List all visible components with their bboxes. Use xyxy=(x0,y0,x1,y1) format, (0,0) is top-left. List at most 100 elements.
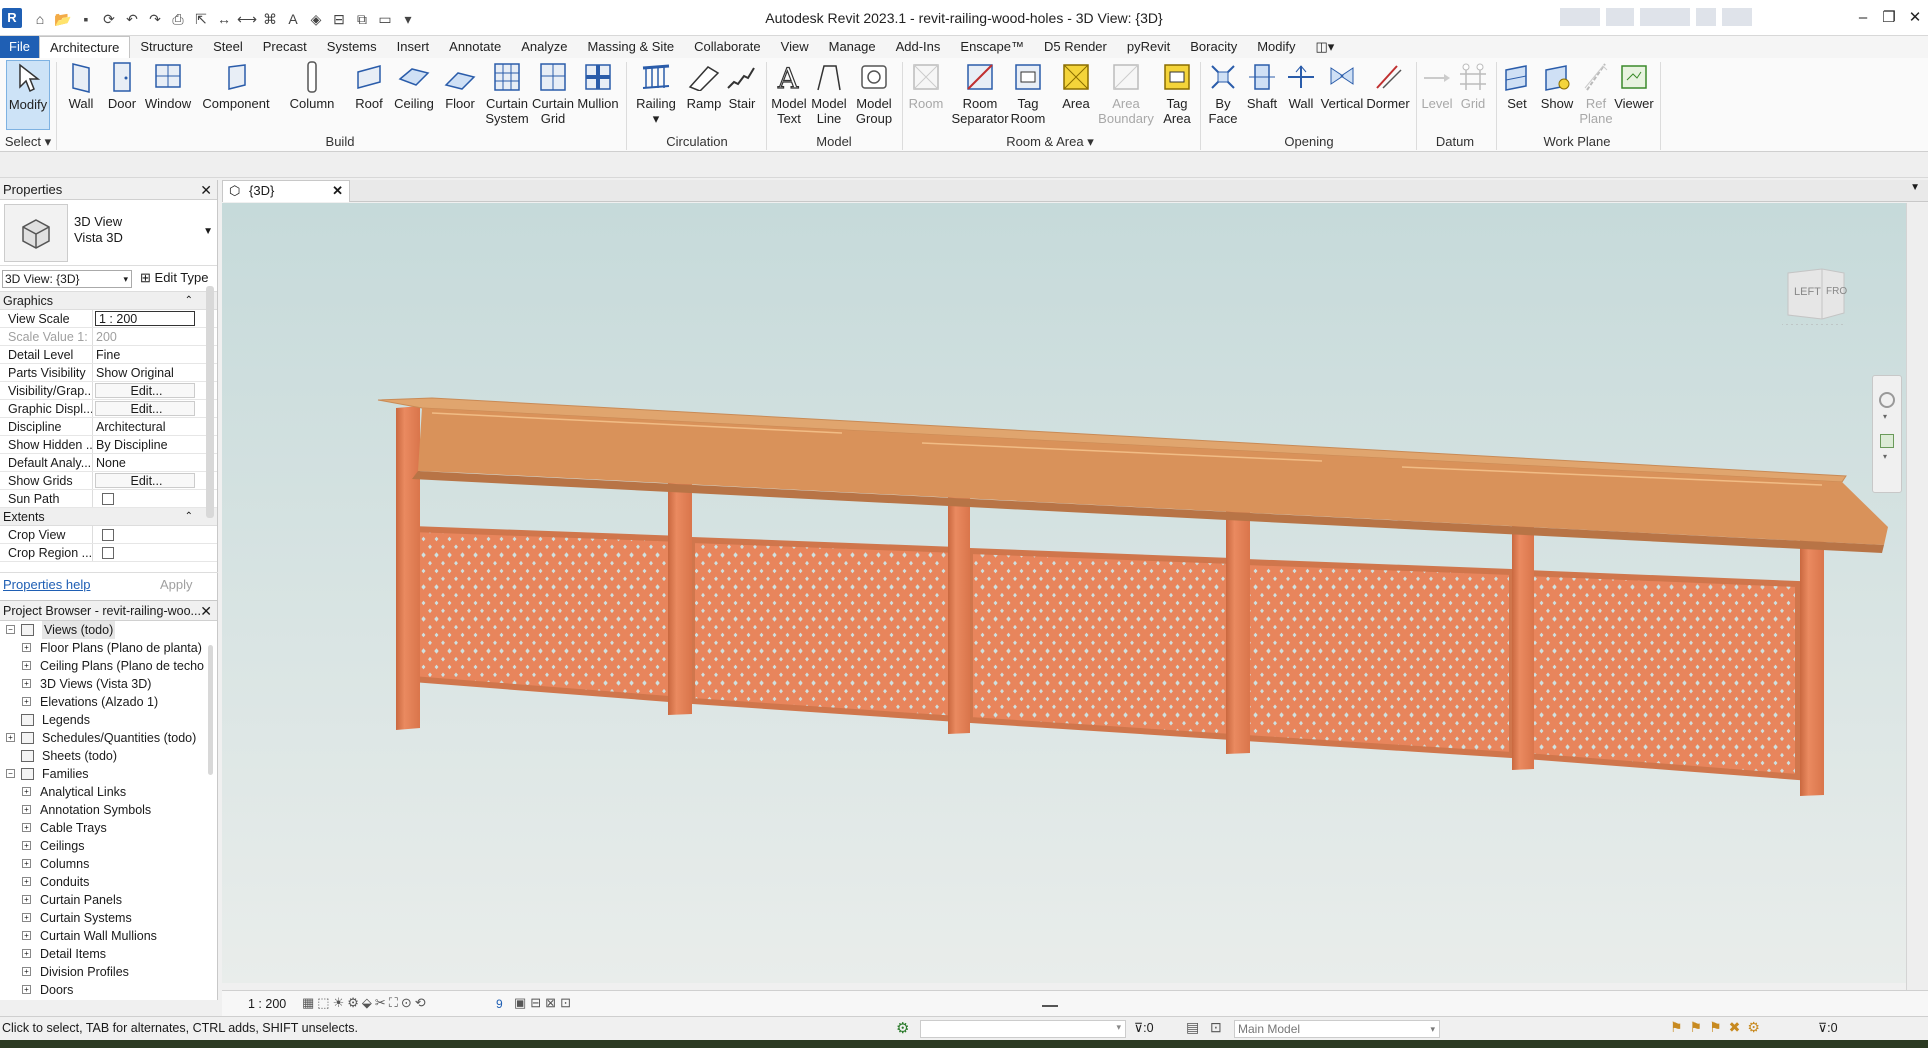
tree-item[interactable]: + Ceilings xyxy=(0,837,217,855)
tab-insert[interactable]: Insert xyxy=(387,36,440,58)
tab-view[interactable]: View xyxy=(771,36,819,58)
viewcube[interactable]: LEFT FRO xyxy=(1776,265,1847,326)
property-checkbox-cell[interactable] xyxy=(93,544,195,561)
property-value[interactable]: Architectural xyxy=(93,418,195,435)
room-separator-button[interactable]: Room Separator xyxy=(948,60,1012,130)
horizontal-scroll-handle[interactable] xyxy=(1042,1005,1058,1007)
column-button[interactable]: Column xyxy=(290,60,334,130)
property-checkbox-cell[interactable] xyxy=(93,526,195,543)
graphics-section[interactable]: Graphics ⌃ xyxy=(0,292,217,310)
expand-icon[interactable]: + xyxy=(22,643,31,652)
by-face-button[interactable]: By Face xyxy=(1206,60,1240,130)
ceiling-button[interactable]: Ceiling xyxy=(392,60,436,130)
vertical-button[interactable]: Vertical xyxy=(1320,60,1364,130)
tab-file[interactable]: File xyxy=(0,36,39,58)
view-instance-select[interactable]: 3D View: {3D} ▾ xyxy=(2,270,132,288)
wall-button[interactable]: Wall xyxy=(62,60,100,130)
text-icon[interactable]: A xyxy=(283,9,303,29)
expand-icon[interactable]: + xyxy=(22,895,31,904)
shaft-button[interactable]: Shaft xyxy=(1244,60,1280,130)
tree-item[interactable]: + Ceiling Plans (Plano de techo xyxy=(0,657,217,675)
viewport-vertical-scrollbar[interactable] xyxy=(1906,203,1928,990)
navigation-bar[interactable]: ▾ ▾ xyxy=(1872,375,1902,493)
tree-item[interactable]: − Families xyxy=(0,765,217,783)
property-checkbox-cell[interactable] xyxy=(93,490,195,507)
model-text-button[interactable]: A Model Text xyxy=(770,60,808,130)
properties-help-link[interactable]: Properties help xyxy=(3,577,90,592)
tag-icon[interactable]: ⌘ xyxy=(260,9,280,29)
collapse-icon[interactable]: − xyxy=(6,769,15,778)
room-area-panel-label[interactable]: Room & Area ▾ xyxy=(904,134,1196,150)
area-boundary-button[interactable]: Area Boundary xyxy=(1098,60,1154,130)
main-model-select[interactable]: Main Model ▾ xyxy=(1234,1020,1440,1038)
mullion-button[interactable]: Mullion xyxy=(576,60,620,130)
edit-button[interactable]: Edit... xyxy=(95,383,195,398)
tree-item[interactable]: − Views (todo) xyxy=(0,621,217,639)
print-icon[interactable]: ⎙ xyxy=(168,9,188,29)
revit-logo-icon[interactable]: R xyxy=(2,8,22,28)
railing-button[interactable]: Railing ▾ xyxy=(636,60,676,130)
tree-item[interactable]: + Curtain Systems xyxy=(0,909,217,927)
component-button[interactable]: Component xyxy=(202,60,270,130)
checkbox[interactable] xyxy=(102,493,114,505)
model-group-button[interactable]: Model Group xyxy=(852,60,896,130)
tab-list-chevron-icon[interactable]: ▼ xyxy=(1910,182,1920,193)
type-selector[interactable]: 3D View Vista 3D ▼ xyxy=(0,200,217,266)
curtain-system-button[interactable]: Curtain System xyxy=(484,60,530,130)
tag-room-button[interactable]: Tag Room xyxy=(1008,60,1048,130)
crop-count[interactable]: 9 xyxy=(496,997,503,1011)
edit-button[interactable]: Edit... xyxy=(95,473,195,488)
3d-viewport[interactable]: LEFT FRO ▾ ▾ xyxy=(222,203,1906,983)
close-icon[interactable]: ✕ xyxy=(1902,6,1928,30)
apply-button[interactable]: Apply xyxy=(160,577,193,592)
tab-systems[interactable]: Systems xyxy=(317,36,387,58)
tab-pyrevit[interactable]: pyRevit xyxy=(1117,36,1180,58)
expand-icon[interactable]: + xyxy=(22,661,31,670)
close-icon[interactable]: ✕ xyxy=(200,180,212,200)
viewer-button[interactable]: Viewer xyxy=(1614,60,1654,130)
roof-button[interactable]: Roof xyxy=(352,60,386,130)
tree-item[interactable]: + Cable Trays xyxy=(0,819,217,837)
expand-icon[interactable]: + xyxy=(22,697,31,706)
edit-button[interactable]: Edit... xyxy=(95,401,195,416)
expand-icon[interactable]: + xyxy=(22,679,31,688)
close-tab-icon[interactable]: ✕ xyxy=(332,181,343,201)
room-button[interactable]: Room xyxy=(906,60,946,130)
ref-plane-button[interactable]: Ref Plane xyxy=(1578,60,1614,130)
customize-qat-icon[interactable]: ▾ xyxy=(398,9,418,29)
view-control-icons-2[interactable]: ▣⊟⊠⊡ xyxy=(514,995,575,1011)
design-options-icon[interactable]: ▤ xyxy=(1186,1019,1199,1036)
tree-item[interactable]: + Detail Items xyxy=(0,945,217,963)
expand-icon[interactable]: + xyxy=(6,733,15,742)
chevron-down-icon[interactable]: ▾ xyxy=(1883,412,1887,421)
tab-add-ins[interactable]: Add-Ins xyxy=(886,36,951,58)
tab-3d-view[interactable]: ⬡ {3D} ✕ xyxy=(222,180,350,202)
expand-icon[interactable]: + xyxy=(22,787,31,796)
sections-icon[interactable]: ⊟ xyxy=(329,9,349,29)
model-line-button[interactable]: Model Line xyxy=(810,60,848,130)
tab-collaborate[interactable]: Collaborate xyxy=(684,36,771,58)
close-icon[interactable]: ✕ xyxy=(200,601,212,621)
select-panel-label[interactable]: Select ▾ xyxy=(4,134,52,150)
expand-icon[interactable]: + xyxy=(22,823,31,832)
default-3d-icon[interactable]: ◈ xyxy=(306,9,326,29)
tree-item[interactable]: +3D Views (Vista 3D) xyxy=(0,675,217,693)
set-button[interactable]: Set xyxy=(1500,60,1534,130)
expand-icon[interactable]: + xyxy=(22,931,31,940)
worksets-icon[interactable]: ⚙ xyxy=(896,1019,909,1037)
expand-icon[interactable]: + xyxy=(22,913,31,922)
tab-massing-site[interactable]: Massing & Site xyxy=(577,36,684,58)
door-button[interactable]: Door xyxy=(104,60,140,130)
property-value[interactable]: None xyxy=(93,454,195,471)
expand-icon[interactable]: + xyxy=(22,985,31,994)
tab-architecture[interactable]: Architecture xyxy=(38,36,131,58)
tree-item[interactable]: + Conduits xyxy=(0,873,217,891)
tree-item[interactable]: + Columns xyxy=(0,855,217,873)
show-button[interactable]: Show xyxy=(1538,60,1576,130)
checkbox[interactable] xyxy=(102,547,114,559)
tab-boracity[interactable]: Boracity xyxy=(1180,36,1247,58)
redo-icon[interactable]: ↷ xyxy=(145,9,165,29)
tab-manage[interactable]: Manage xyxy=(819,36,886,58)
expand-icon[interactable]: + xyxy=(22,967,31,976)
ramp-button[interactable]: Ramp xyxy=(686,60,722,130)
